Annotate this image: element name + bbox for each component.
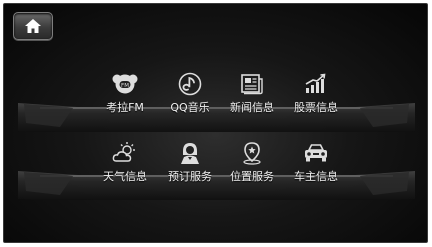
weather-icon [111,140,139,166]
car-icon [302,140,330,166]
app-row-1: FM 考拉FM QQ音乐 新闻信息 股票信息 [4,71,427,121]
app-weather[interactable]: 天气信息 [89,140,161,190]
news-icon [238,71,266,97]
reservation-service-icon [176,140,204,166]
app-koala-fm[interactable]: FM 考拉FM [89,71,161,121]
app-car-owner[interactable]: 车主信息 [280,140,352,190]
koala-fm-icon: FM [111,71,139,97]
app-label: 新闻信息 [230,101,274,114]
stock-chart-icon [302,71,330,97]
home-icon [25,19,41,33]
app-label: 车主信息 [294,170,338,183]
app-news[interactable]: 新闻信息 [216,71,288,121]
app-row-2: 天气信息 预订服务 位置服务 车主信息 [4,140,427,190]
app-label: QQ音乐 [170,101,210,114]
app-label: 股票信息 [294,101,338,114]
app-location[interactable]: 位置服务 [216,140,288,190]
home-button[interactable] [13,12,53,40]
launcher-screen: FM 考拉FM QQ音乐 新闻信息 股票信息 天气信息 预订服务 位置服务 车主… [3,3,428,243]
app-label: 预订服务 [168,170,212,183]
app-label: 考拉FM [106,101,144,114]
svg-text:FM: FM [121,83,129,89]
app-label: 天气信息 [103,170,147,183]
qq-music-icon [176,71,204,97]
location-pin-icon [238,140,266,166]
app-label: 位置服务 [230,170,274,183]
app-stock[interactable]: 股票信息 [280,71,352,121]
